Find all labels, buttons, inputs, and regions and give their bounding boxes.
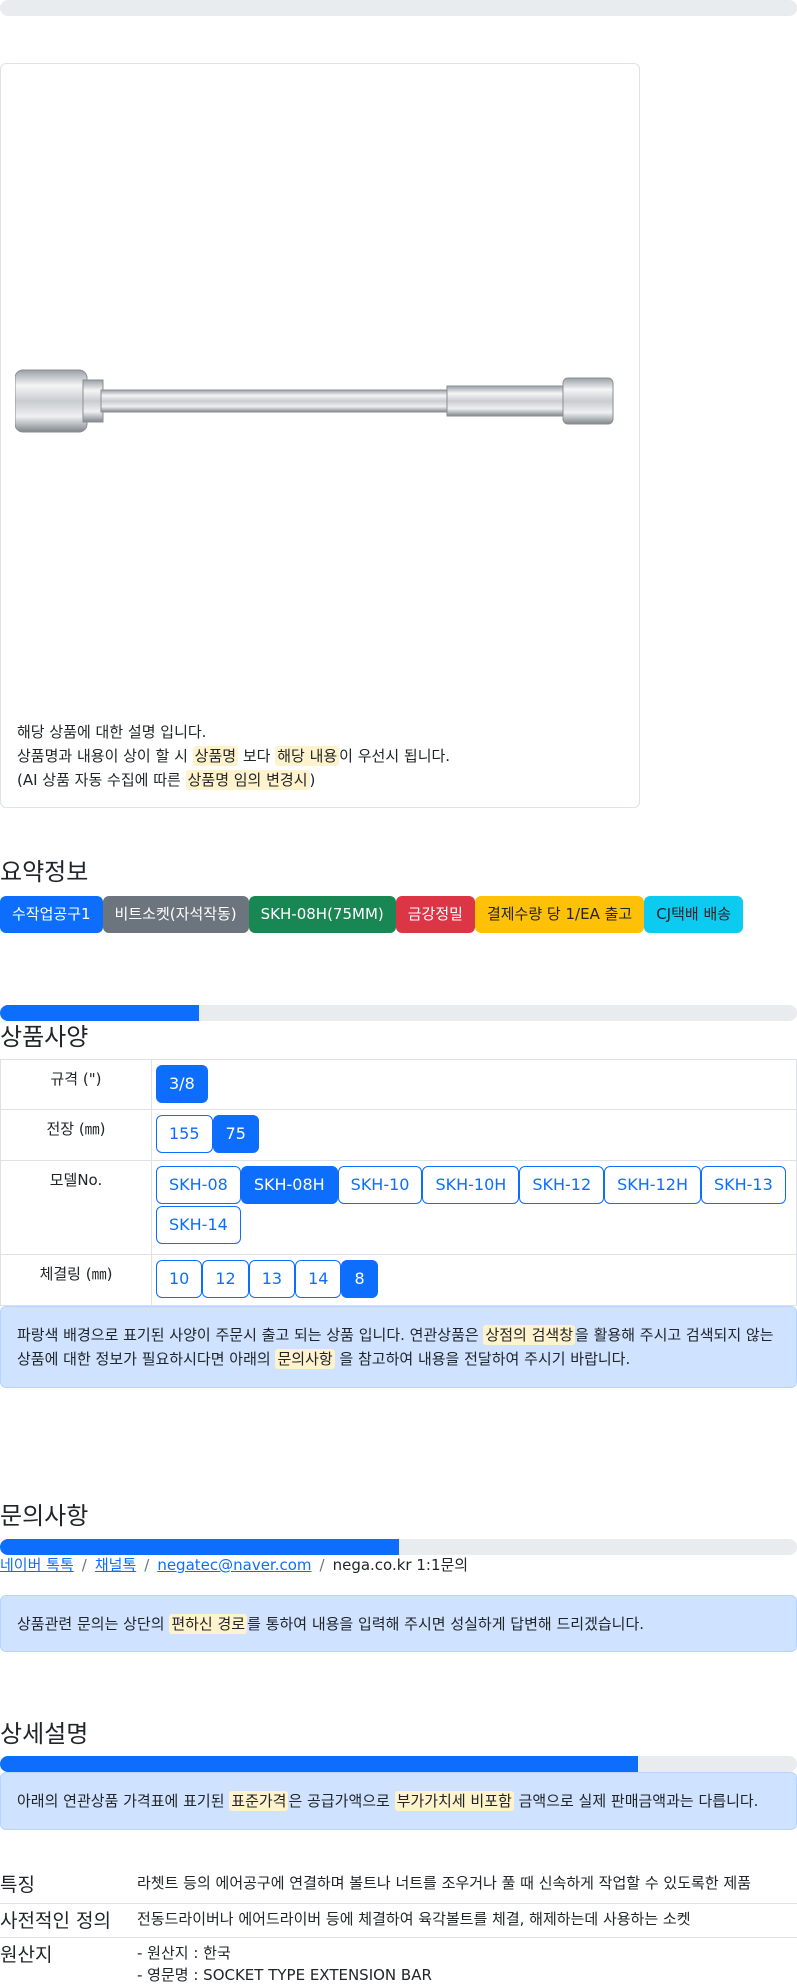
option-skh-14[interactable]: SKH-14 — [156, 1206, 241, 1244]
info-row-definition: 사전적인 정의 전동드라이버나 에어드라이버 등에 체결하여 육각볼트를 체결,… — [0, 1903, 797, 1938]
option-skh-08[interactable]: SKH-08 — [156, 1166, 241, 1204]
email-link[interactable]: negatec@naver.com — [157, 1556, 311, 1574]
info-value: - 원산지 : 한국 - 영문명 : SOCKET TYPE EXTENSION… — [137, 1937, 797, 1985]
spec-table: 규격 (") 3/8 전장 (㎜) 155 75 모델No. SKH-08 SKH-… — [0, 1059, 797, 1306]
info-table: 특징 라쳇트 등의 에어공구에 연결하며 볼트나 너트를 조우거나 풀 때 신속… — [0, 1868, 797, 1985]
option-3-8[interactable]: 3/8 — [156, 1065, 208, 1103]
badge-delivery: CJ택배 배송 — [644, 896, 744, 933]
info-row-feature: 특징 라쳇트 등의 에어공구에 연결하며 볼트나 너트를 조우거나 풀 때 신속… — [0, 1868, 797, 1904]
option-155[interactable]: 155 — [156, 1115, 213, 1153]
spec-label: 전장 (㎜) — [0, 1109, 152, 1161]
spec-options: 155 75 — [151, 1109, 797, 1161]
option-skh-12[interactable]: SKH-12 — [519, 1166, 605, 1204]
option-75[interactable]: 75 — [212, 1115, 259, 1153]
product-description: 해당 상품에 대한 설명 입니다. 상품명과 내용이 상이 할 시 상품명 보다… — [17, 723, 451, 790]
badge-quantity: 결제수량 당 1/EA 출고 — [474, 896, 645, 933]
info-key: 특징 — [0, 1868, 137, 1904]
badge-type: 비트소켓(자석작동) — [102, 896, 249, 933]
product-image-card: 해당 상품에 대한 설명 입니다. 상품명과 내용이 상이 할 시 상품명 보다… — [0, 63, 640, 808]
option-14[interactable]: 14 — [295, 1260, 342, 1298]
spec-label: 모델No. — [0, 1160, 152, 1255]
inquiry-title: 문의사항 — [0, 1502, 89, 1530]
detail-title: 상세설명 — [0, 1720, 89, 1748]
site-inquiry-text: nega.co.kr 1:1문의 — [332, 1556, 469, 1574]
spec-label: 규격 (") — [0, 1059, 152, 1110]
option-skh-13[interactable]: SKH-13 — [700, 1166, 786, 1204]
info-key: 원산지 — [0, 1937, 137, 1985]
spec-row-length: 전장 (㎜) 155 75 — [0, 1109, 797, 1161]
info-row-origin: 원산지 - 원산지 : 한국 - 영문명 : SOCKET TYPE EXTEN… — [0, 1937, 797, 1985]
option-skh-10[interactable]: SKH-10 — [337, 1166, 423, 1204]
detail-notice: 아래의 연관상품 가격표에 표기된 표준가격 은 공급가액으로 부가가치세 비포함… — [0, 1772, 797, 1830]
spec-label: 체결링 (㎜) — [0, 1254, 152, 1306]
inquiry-progress — [0, 1539, 797, 1555]
specs-title: 상품사양 — [0, 1023, 89, 1051]
summary-title: 요약정보 — [0, 858, 89, 886]
option-skh-08h[interactable]: SKH-08H — [240, 1166, 338, 1204]
inquiry-notice: 상품관련 문의는 상단의 편하신 경로 를 통하여 내용을 입력해 주시면 성실하… — [0, 1595, 797, 1652]
summary-badges: 수작업공구1 비트소켓(자석작동) SKH-08H(75MM) 금강정밀 결제수… — [0, 896, 744, 933]
spec-options: 10 12 13 14 8 — [151, 1254, 797, 1306]
product-image — [15, 369, 614, 433]
specs-notice: 파랑색 배경으로 표기된 사양이 주문시 출고 되는 상품 입니다. 연관상품은… — [0, 1306, 797, 1388]
detail-progress — [0, 1756, 797, 1772]
option-8[interactable]: 8 — [341, 1260, 378, 1298]
badge-model: SKH-08H(75MM) — [248, 896, 396, 933]
badge-category: 수작업공구1 — [0, 896, 103, 933]
spec-row-size: 규격 (") 3/8 — [0, 1059, 797, 1110]
option-10[interactable]: 10 — [156, 1260, 203, 1298]
specs-progress — [0, 1005, 797, 1021]
spec-row-model: 모델No. SKH-08 SKH-08H SKH-10 SKH-10H SKH-12 SK… — [0, 1160, 797, 1255]
option-skh-12h[interactable]: SKH-12H — [604, 1166, 701, 1204]
option-12[interactable]: 12 — [202, 1260, 249, 1298]
info-key: 사전적인 정의 — [0, 1903, 137, 1938]
channel-talk-link[interactable]: 채널톡 — [95, 1556, 136, 1574]
spec-options: SKH-08 SKH-08H SKH-10 SKH-10H SKH-12 SKH-12H S… — [151, 1160, 797, 1255]
top-progress-bar — [0, 0, 797, 16]
option-skh-10h[interactable]: SKH-10H — [422, 1166, 520, 1204]
info-value: 전동드라이버나 에어드라이버 등에 체결하여 육각볼트를 체결, 해제하는데 사… — [137, 1903, 797, 1938]
spec-options: 3/8 — [151, 1059, 797, 1110]
info-value: 라쳇트 등의 에어공구에 연결하며 볼트나 너트를 조우거나 풀 때 신속하게 … — [137, 1868, 797, 1904]
badge-maker: 금강정밀 — [395, 896, 475, 933]
inquiry-links: 네이버 톡톡 / 채널톡 / negatec@naver.com / nega.co.kr … — [0, 1556, 469, 1574]
naver-talk-link[interactable]: 네이버 톡톡 — [0, 1556, 74, 1574]
spec-row-ring: 체결링 (㎜) 10 12 13 14 8 — [0, 1254, 797, 1306]
option-13[interactable]: 13 — [248, 1260, 296, 1298]
